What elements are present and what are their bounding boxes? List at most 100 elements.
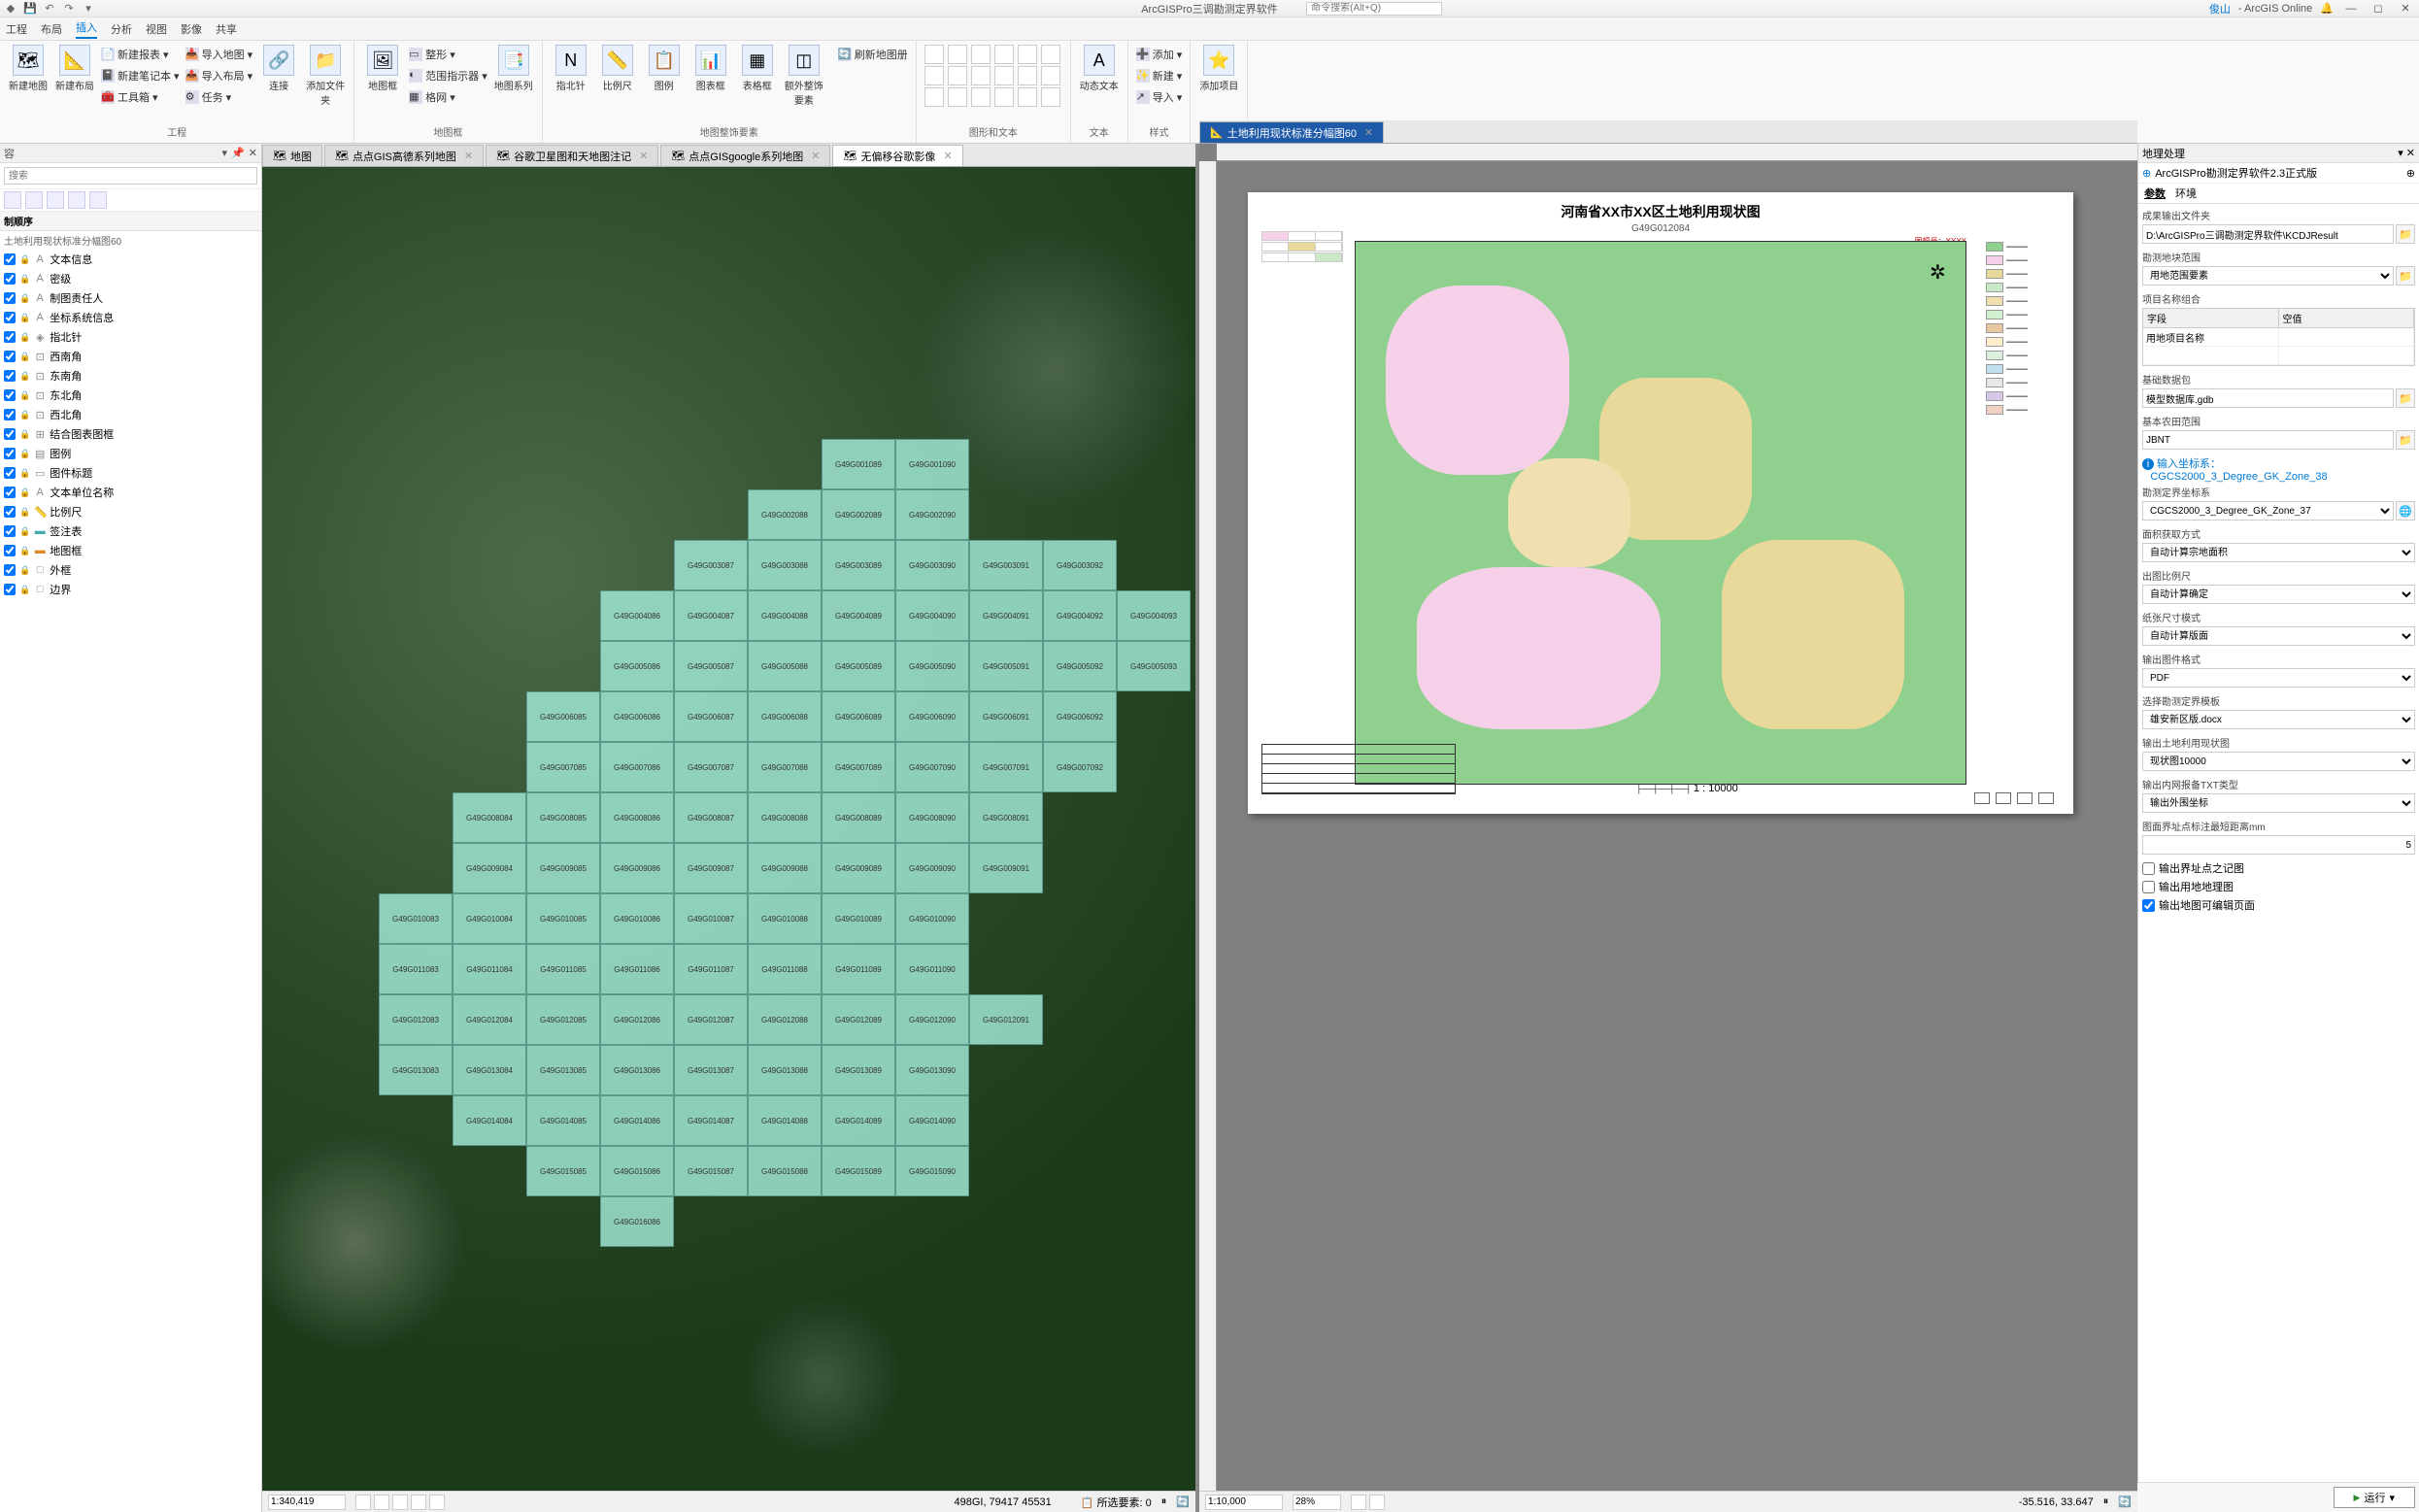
tile-G49G007087[interactable]: G49G007087 <box>674 742 748 792</box>
tile-G49G005089[interactable]: G49G005089 <box>822 641 895 691</box>
tile-G49G012091[interactable]: G49G012091 <box>969 994 1043 1045</box>
lock-icon[interactable]: 🔒 <box>19 546 30 556</box>
back-arrow-icon[interactable]: ⊕ <box>2142 167 2151 180</box>
layout-sb-icon-2[interactable] <box>1369 1495 1385 1510</box>
layout-view[interactable]: 📐 土地利用现状标准分幅图60 ✕ 河南省XX市XX区土地利用现状图 G49G0… <box>1195 144 2137 1512</box>
tile-G49G014088[interactable]: G49G014088 <box>748 1095 822 1146</box>
layer-visibility-checkbox[interactable] <box>4 389 16 401</box>
tile-G49G013090[interactable]: G49G013090 <box>895 1045 969 1095</box>
ribbon-新建[interactable]: ✨新建 ▾ <box>1136 66 1183 85</box>
tile-G49G012084[interactable]: G49G012084 <box>453 994 526 1045</box>
layer-item-签注表[interactable]: 🔒▬签注表 <box>0 521 261 541</box>
lock-icon[interactable]: 🔒 <box>19 429 30 440</box>
menu-分析[interactable]: 分析 <box>111 21 132 37</box>
layer-visibility-checkbox[interactable] <box>4 525 16 537</box>
tab-close-icon[interactable]: ✕ <box>639 150 648 162</box>
tile-G49G012083[interactable]: G49G012083 <box>379 994 453 1045</box>
tile-G49G009090[interactable]: G49G009090 <box>895 843 969 893</box>
tile-G49G010088[interactable]: G49G010088 <box>748 893 822 944</box>
lock-icon[interactable]: 🔒 <box>19 468 30 479</box>
tile-G49G001089[interactable]: G49G001089 <box>822 439 895 489</box>
layout-sb-icon-1[interactable] <box>1351 1495 1366 1510</box>
tile-G49G006089[interactable]: G49G006089 <box>822 691 895 742</box>
notification-icon[interactable]: 🔔 <box>2320 2 2334 15</box>
tile-G49G012086[interactable]: G49G012086 <box>600 994 674 1045</box>
tile-G49G011090[interactable]: G49G011090 <box>895 944 969 994</box>
shape-tool-17[interactable] <box>1041 87 1060 107</box>
shape-tool-15[interactable] <box>994 87 1014 107</box>
view-tab-无偏移谷歌影像[interactable]: 🗺无偏移谷歌影像✕ <box>832 145 962 166</box>
map-view[interactable]: G49G001089G49G001090G49G002088G49G002089… <box>262 167 1195 1512</box>
tile-G49G013087[interactable]: G49G013087 <box>674 1045 748 1095</box>
shape-tool-11[interactable] <box>1041 66 1060 85</box>
tile-G49G008089[interactable]: G49G008089 <box>822 792 895 843</box>
layout-paper[interactable]: 河南省XX市XX区土地利用现状图 G49G012084 图幅号：XXXX <box>1248 192 2073 814</box>
tile-G49G015090[interactable]: G49G015090 <box>895 1146 969 1196</box>
gp-select-txt[interactable]: 输出外围坐标 <box>2142 793 2415 813</box>
sb-icon-1[interactable] <box>355 1495 371 1510</box>
ribbon-添加文件夹[interactable]: 📁添加文件夹 <box>305 45 346 107</box>
gp-input-farmland[interactable] <box>2142 430 2394 450</box>
tile-G49G006091[interactable]: G49G006091 <box>969 691 1043 742</box>
layer-item-西南角[interactable]: 🔒⊡西南角 <box>0 347 261 366</box>
globe-icon[interactable]: 🌐 <box>2396 501 2415 521</box>
layer-item-西北角[interactable]: 🔒⊡西北角 <box>0 405 261 424</box>
ribbon-刷新地图册[interactable]: 🔄刷新地图册 <box>838 45 908 64</box>
save-icon[interactable]: 💾 <box>23 2 37 16</box>
shape-tool-1[interactable] <box>948 45 967 64</box>
gp-select-extent[interactable]: 用地范围要素 <box>2142 266 2394 286</box>
tile-G49G011089[interactable]: G49G011089 <box>822 944 895 994</box>
ribbon-范围指示器[interactable]: ◐范围指示器 ▾ <box>409 66 487 85</box>
gp-tab-env[interactable]: 环境 <box>2175 185 2197 201</box>
layer-visibility-checkbox[interactable] <box>4 467 16 479</box>
sb-icon-3[interactable] <box>392 1495 408 1510</box>
tile-G49G004092[interactable]: G49G004092 <box>1043 590 1117 641</box>
tile-G49G007092[interactable]: G49G007092 <box>1043 742 1117 792</box>
tile-G49G013085[interactable]: G49G013085 <box>526 1045 600 1095</box>
tile-G49G015085[interactable]: G49G015085 <box>526 1146 600 1196</box>
gp-add-icon[interactable]: ⊕ <box>2406 167 2415 180</box>
tile-G49G009091[interactable]: G49G009091 <box>969 843 1043 893</box>
tile-G49G004093[interactable]: G49G004093 <box>1117 590 1191 641</box>
layer-item-边界[interactable]: 🔒□边界 <box>0 580 261 599</box>
layer-item-东南角[interactable]: 🔒⊡东南角 <box>0 366 261 386</box>
tile-G49G014086[interactable]: G49G014086 <box>600 1095 674 1146</box>
menu-工程[interactable]: 工程 <box>6 21 27 37</box>
lock-icon[interactable]: 🔒 <box>19 371 30 382</box>
browse-folder-icon[interactable]: 📁 <box>2396 224 2415 244</box>
layout-pause-icon[interactable]: ⏸ <box>2103 1495 2109 1508</box>
shape-tool-8[interactable] <box>971 66 991 85</box>
shape-tool-14[interactable] <box>971 87 991 107</box>
tile-G49G010084[interactable]: G49G010084 <box>453 893 526 944</box>
redo-icon[interactable]: ↷ <box>62 2 76 16</box>
browse-farmland-icon[interactable]: 📁 <box>2396 430 2415 450</box>
gp-td-null[interactable] <box>2279 328 2415 346</box>
sb-icon-4[interactable] <box>411 1495 426 1510</box>
gp-select-surveycrs[interactable]: CGCS2000_3_Degree_GK_Zone_37 <box>2142 501 2394 521</box>
layer-item-地图框[interactable]: 🔒▬地图框 <box>0 541 261 560</box>
ribbon-地图系列[interactable]: 📑地图系列 <box>493 45 534 92</box>
tile-G49G011085[interactable]: G49G011085 <box>526 944 600 994</box>
browse-gdb-icon[interactable]: 📁 <box>2396 388 2415 408</box>
ribbon-导入[interactable]: ↗导入 ▾ <box>1136 87 1183 107</box>
layer-group-name[interactable]: 土地利用现状标准分幅图60 <box>0 231 261 250</box>
browse-layer-icon[interactable]: 📁 <box>2396 266 2415 286</box>
layer-item-图例[interactable]: 🔒▤图例 <box>0 444 261 463</box>
tile-G49G009085[interactable]: G49G009085 <box>526 843 600 893</box>
tile-G49G013083[interactable]: G49G013083 <box>379 1045 453 1095</box>
layer-item-密级[interactable]: 🔒A密级 <box>0 269 261 288</box>
list-by-selection-icon[interactable] <box>47 191 64 209</box>
gp-tab-params[interactable]: 参数 <box>2144 185 2166 201</box>
ribbon-添加项目[interactable]: ⭐添加项目 <box>1198 45 1239 92</box>
close-icon[interactable]: ✕ <box>2396 2 2415 15</box>
command-search-input[interactable] <box>1306 2 1442 16</box>
user-name[interactable]: 俊山 <box>2209 1 2231 17</box>
layer-item-结合图表图框[interactable]: 🔒⊞结合图表图框 <box>0 424 261 444</box>
tile-G49G007091[interactable]: G49G007091 <box>969 742 1043 792</box>
tile-G49G013086[interactable]: G49G013086 <box>600 1045 674 1095</box>
tile-G49G016086[interactable]: G49G016086 <box>600 1196 674 1247</box>
panel-pin-icon[interactable]: 📌 <box>231 147 245 159</box>
tile-G49G009089[interactable]: G49G009089 <box>822 843 895 893</box>
layer-visibility-checkbox[interactable] <box>4 273 16 285</box>
tile-G49G006085[interactable]: G49G006085 <box>526 691 600 742</box>
